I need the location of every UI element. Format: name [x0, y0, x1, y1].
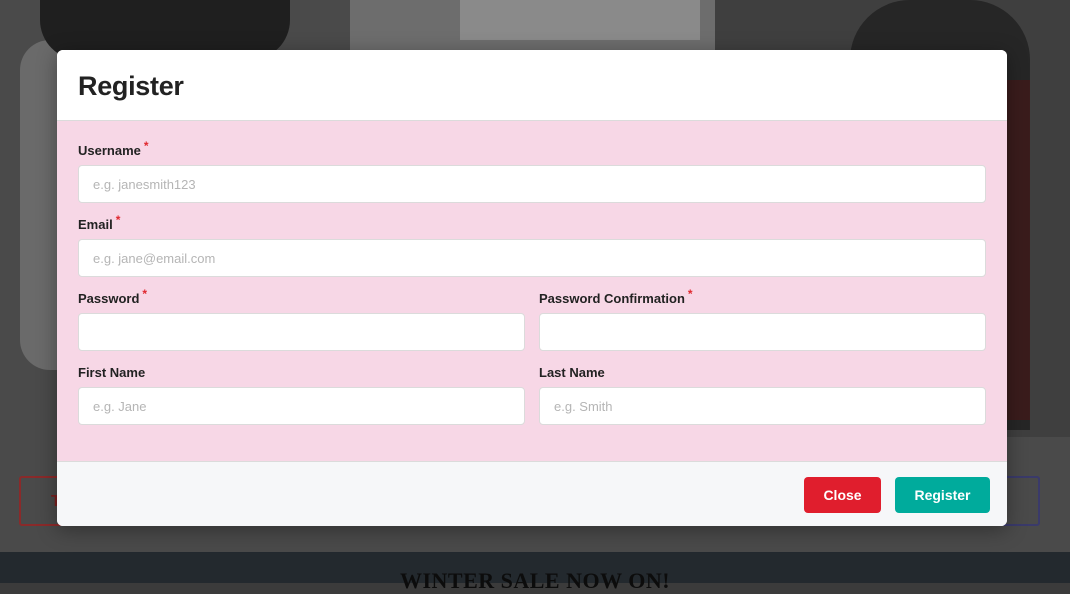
modal-title: Register [78, 71, 184, 101]
modal-footer: Close Register [57, 461, 1007, 526]
register-button[interactable]: Register [895, 477, 990, 513]
email-label: Email * [78, 213, 121, 232]
required-marker: * [687, 287, 693, 301]
password-confirmation-label: Password Confirmation * [539, 287, 693, 306]
required-marker: * [143, 139, 149, 153]
password-field-group: Password * [78, 287, 525, 351]
first-name-input[interactable] [78, 387, 525, 425]
first-name-label: First Name [78, 365, 146, 380]
close-button[interactable]: Close [804, 477, 881, 513]
email-field-group: Email * [78, 213, 986, 277]
password-confirmation-field-group: Password Confirmation * [539, 287, 986, 351]
password-input[interactable] [78, 313, 525, 351]
password-confirmation-input[interactable] [539, 313, 986, 351]
last-name-input[interactable] [539, 387, 986, 425]
register-modal: Register Username* Email* Password* Pass… [57, 50, 1007, 526]
first-name-field-group: First Name [78, 363, 525, 425]
last-name-label: Last Name [539, 365, 605, 380]
name-row: First Name Last Name [78, 363, 986, 437]
username-input[interactable] [78, 165, 986, 203]
required-marker: * [115, 213, 121, 227]
sale-banner-text: WINTER SALE NOW ON! [399, 568, 671, 593]
last-name-field-group: Last Name [539, 363, 986, 425]
password-label: Password * [78, 287, 148, 306]
modal-body: Username* Email* Password* Password Conf… [57, 121, 1007, 461]
required-marker: * [142, 287, 148, 301]
email-input[interactable] [78, 239, 986, 277]
modal-header: Register [57, 50, 1007, 121]
username-label: Username * [78, 139, 149, 158]
username-field-group: Username * [78, 139, 986, 203]
password-row: Password * Password Confirmation * [78, 287, 986, 363]
